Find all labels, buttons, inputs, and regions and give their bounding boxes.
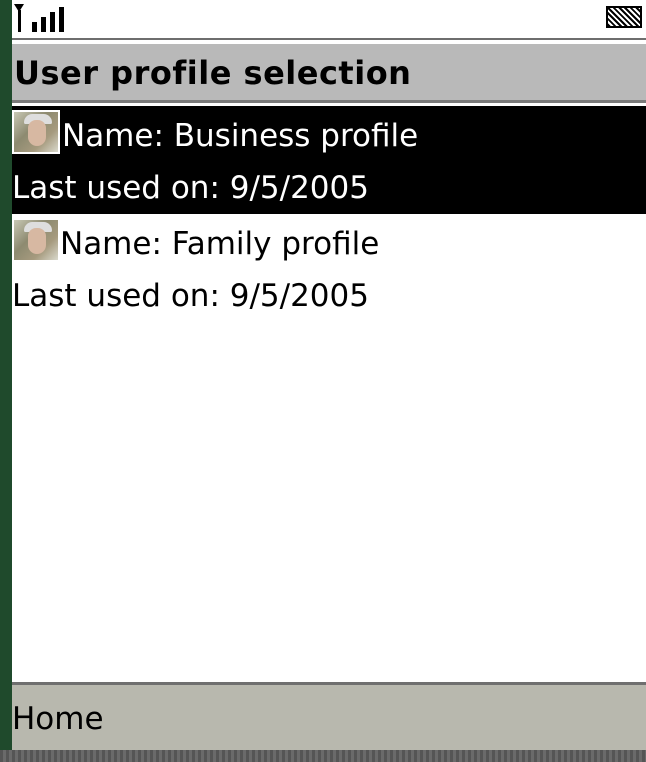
battery-icon bbox=[606, 6, 642, 28]
status-bar bbox=[12, 0, 646, 40]
device-frame-bottom bbox=[0, 750, 646, 762]
phone-screen: User profile selection Name: Business pr… bbox=[12, 0, 646, 762]
page-title: User profile selection bbox=[14, 54, 412, 92]
profile-list: Name: Business profile Last used on: 9/5… bbox=[12, 106, 646, 322]
avatar-icon bbox=[12, 110, 60, 154]
signal-bar bbox=[59, 7, 64, 32]
profile-name: Name: Family profile bbox=[60, 226, 380, 262]
profile-last-used: Last used on: 9/5/2005 bbox=[12, 170, 369, 206]
softkey-bar: Home bbox=[12, 682, 646, 753]
home-softkey[interactable]: Home bbox=[12, 701, 104, 737]
signal-bar bbox=[50, 12, 55, 32]
signal-bar bbox=[32, 22, 37, 32]
signal-bar bbox=[41, 17, 46, 32]
profile-item-family[interactable]: Name: Family profile Last used on: 9/5/2… bbox=[12, 214, 646, 322]
profile-item-business[interactable]: Name: Business profile Last used on: 9/5… bbox=[12, 106, 646, 214]
signal-strength-icon bbox=[14, 4, 68, 32]
title-bar: User profile selection bbox=[12, 44, 646, 103]
profile-last-used: Last used on: 9/5/2005 bbox=[12, 278, 369, 314]
profile-name: Name: Business profile bbox=[62, 118, 419, 154]
avatar-icon bbox=[12, 218, 60, 262]
antenna-icon bbox=[14, 4, 24, 32]
